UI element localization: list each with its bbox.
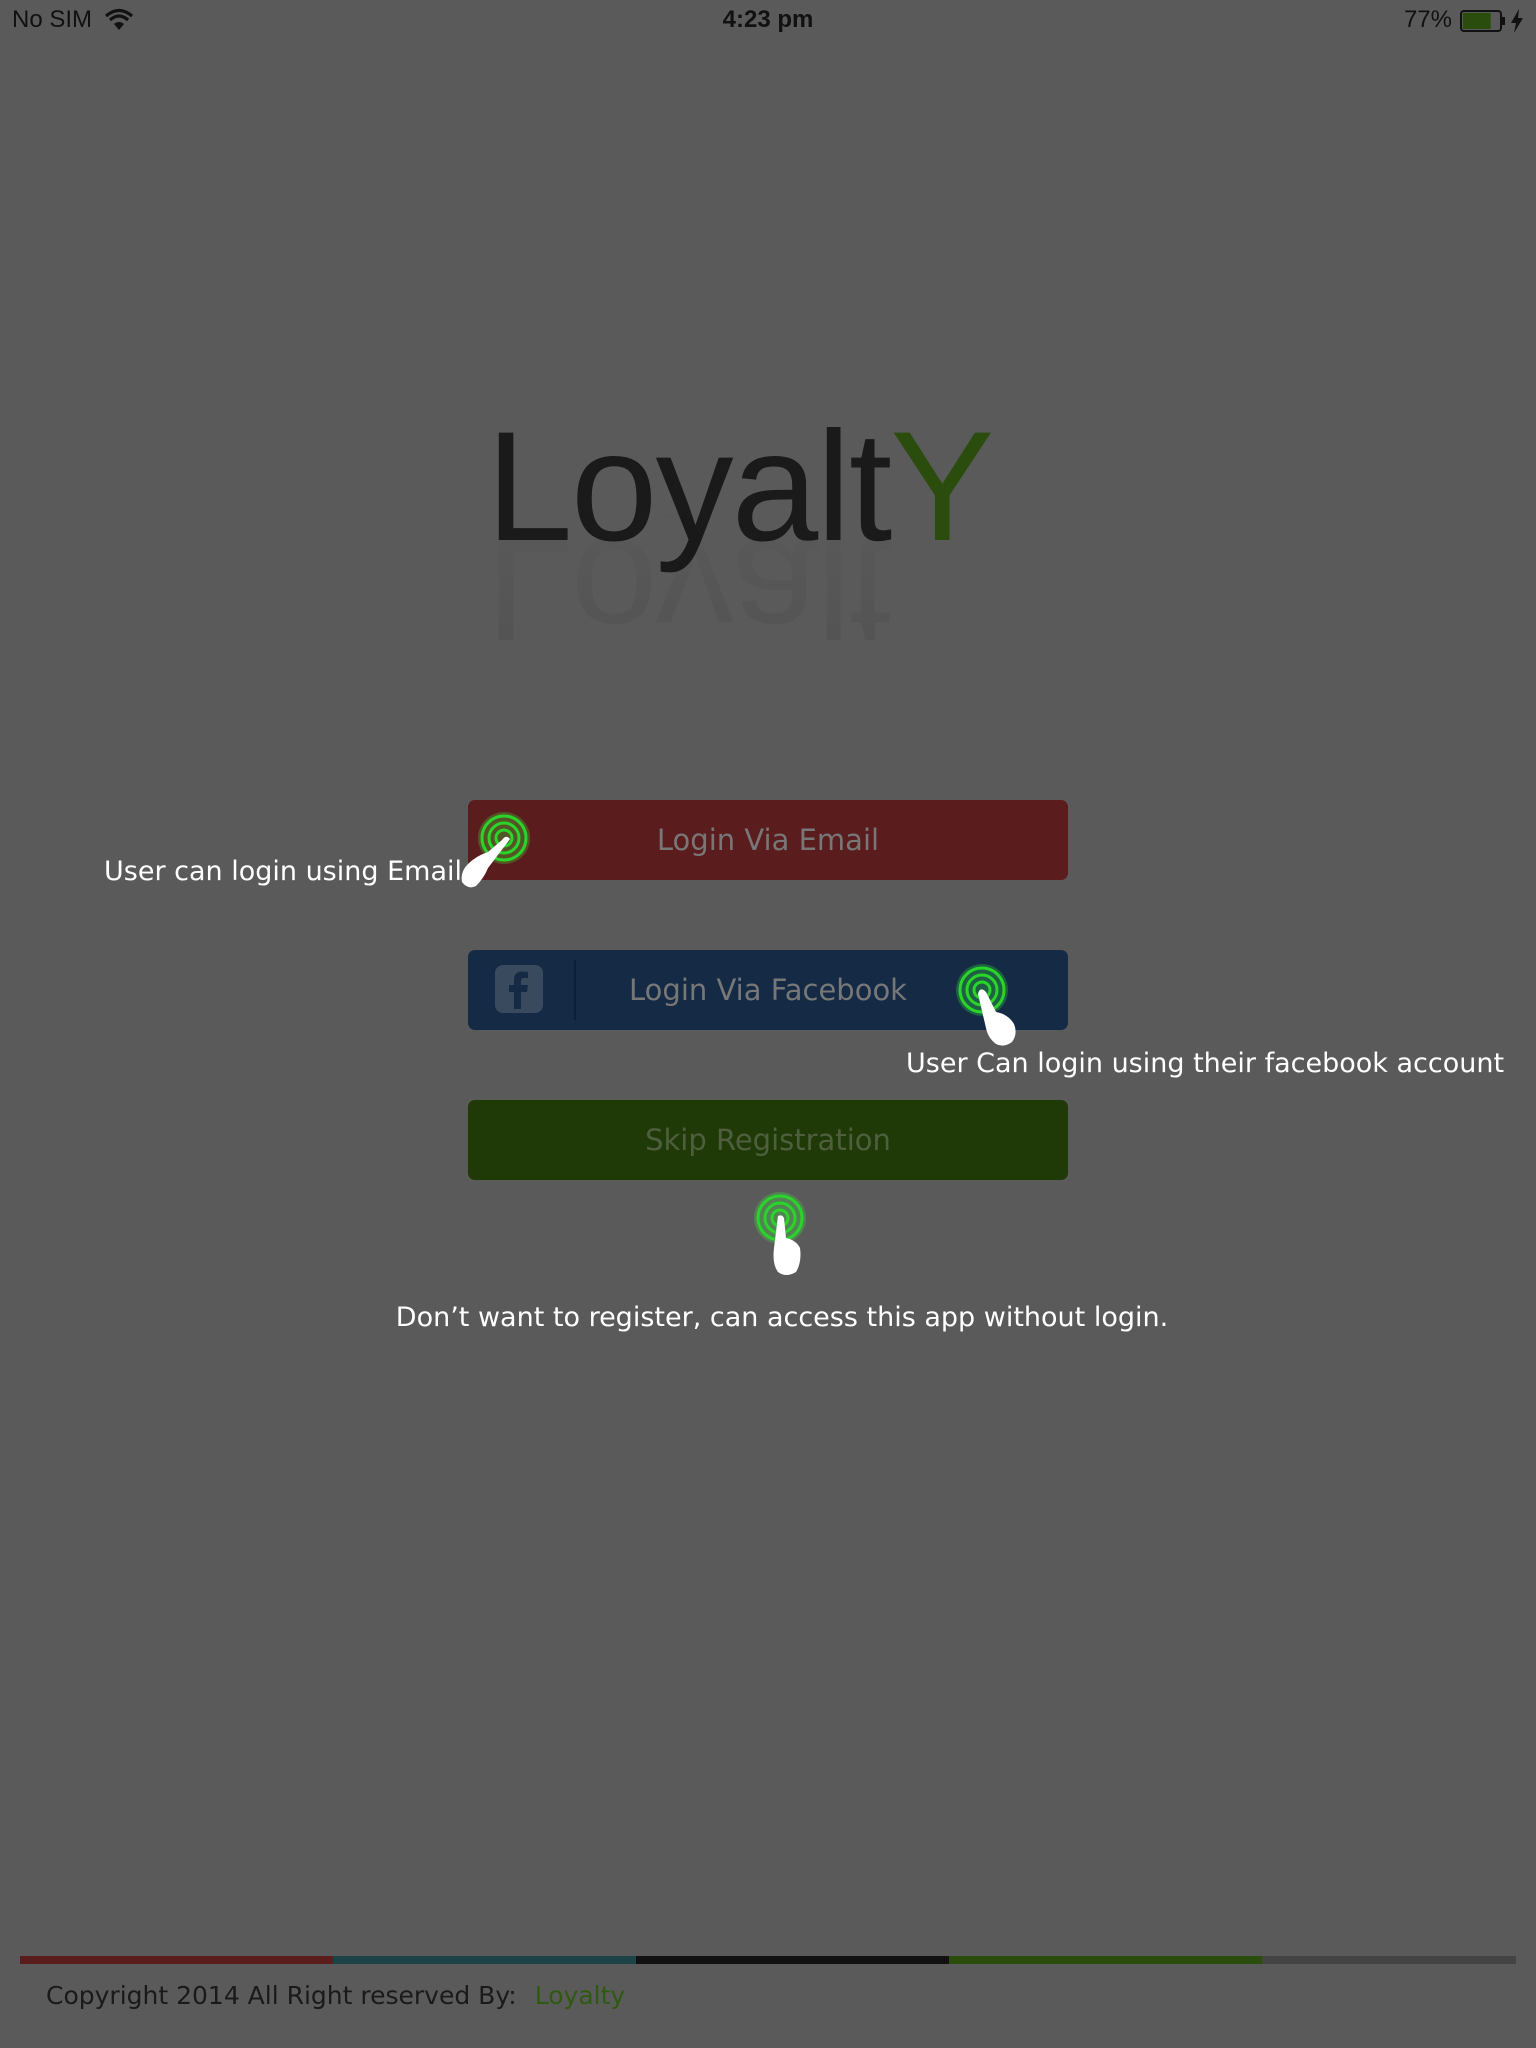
footer-color-bar xyxy=(20,1956,1516,1964)
footer-brand-link[interactable]: Loyalty xyxy=(535,1981,625,2010)
color-segment-green xyxy=(949,1956,1262,1964)
bolt-icon xyxy=(1511,9,1523,33)
footer: Copyright 2014 All Right reserved By: Loy… xyxy=(46,1981,625,2010)
status-bar: No SIM 4:23 pm 77% xyxy=(0,0,1536,40)
logo-text-accent: Y xyxy=(890,400,992,574)
copyright-text: Copyright 2014 All Right reserved By: xyxy=(46,1981,517,2010)
login-email-label: Login Via Email xyxy=(656,823,880,857)
color-segment-teal xyxy=(333,1956,636,1964)
facebook-divider xyxy=(574,960,576,1020)
tap-hand-icon xyxy=(956,964,1016,1046)
skip-annotation: Don’t want to register, can access this … xyxy=(395,1302,1169,1333)
battery-icon xyxy=(1460,10,1505,32)
facebook-icon xyxy=(495,965,543,1013)
login-facebook-label: Login Via Facebook xyxy=(629,973,907,1007)
color-segment-black xyxy=(636,1956,949,1964)
logo-reflection: Loyalt xyxy=(486,506,892,640)
color-segment-gray xyxy=(1262,1956,1516,1964)
loyalty-logo: LoyaltY Loyalt xyxy=(486,400,994,640)
battery-percentage: 77% xyxy=(1403,6,1452,33)
skip-registration-label: Skip Registration xyxy=(645,1123,891,1157)
login-email-button[interactable]: Login Via Email xyxy=(468,800,1068,880)
color-segment-red xyxy=(20,1956,333,1964)
tap-hand-icon xyxy=(461,812,530,888)
tap-hand-icon xyxy=(754,1192,806,1275)
skip-registration-button[interactable]: Skip Registration xyxy=(468,1100,1068,1180)
status-time: 4:23 pm xyxy=(722,6,814,33)
email-annotation: User can login using Email xyxy=(104,856,462,887)
